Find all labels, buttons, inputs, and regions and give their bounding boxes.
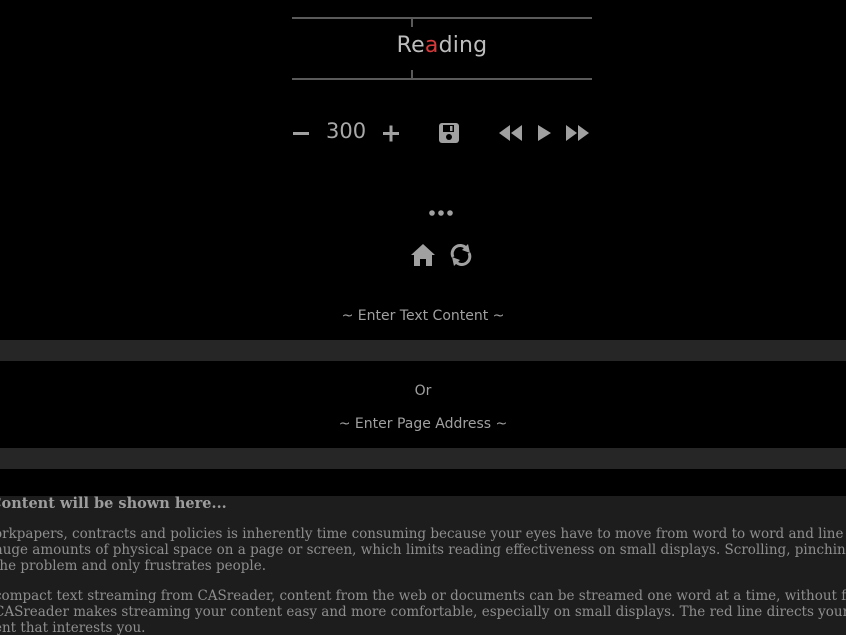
current-word: Reading	[292, 33, 592, 58]
content-title: Content will be shown here...	[0, 496, 227, 512]
focus-marker-top	[411, 19, 413, 27]
content-line: the problem and only frustrates people.	[0, 558, 267, 574]
word-prefix: Re	[396, 33, 425, 58]
plus-icon	[383, 125, 399, 142]
word-display: Reading	[292, 17, 592, 80]
page-address-label: ~ Enter Page Address ~	[338, 416, 508, 432]
content-line: ent that interests you.	[0, 620, 146, 635]
content-line: CASreader makes streaming your content e…	[0, 604, 846, 620]
play-icon	[538, 125, 551, 141]
content-line: compact text streaming from CASreader, c…	[0, 588, 846, 604]
or-label: Or	[414, 383, 432, 399]
content-line: huge amounts of physical space on a page…	[0, 542, 846, 558]
speed-value: 300	[326, 119, 367, 143]
content-line: orkpapers, contracts and policies is inh…	[0, 526, 846, 542]
fast-forward-icon	[566, 125, 589, 141]
text-content-input[interactable]	[0, 340, 846, 361]
reload-icon	[450, 244, 472, 266]
minus-icon	[293, 132, 309, 135]
word-suffix: ding	[438, 33, 488, 58]
save-icon	[439, 123, 459, 143]
content-panel: Content will be shown here... orkpapers,…	[0, 496, 846, 635]
play-button[interactable]	[534, 115, 554, 151]
focus-marker-bottom	[411, 70, 413, 78]
fast-forward-button[interactable]	[563, 115, 591, 151]
home-button[interactable]	[410, 242, 436, 268]
rewind-button[interactable]	[497, 115, 525, 151]
word-focus-letter: a	[424, 33, 439, 58]
text-content-label: ~ Enter Text Content ~	[341, 308, 505, 324]
home-icon	[411, 244, 435, 266]
more-button[interactable]	[428, 205, 454, 221]
save-button[interactable]	[437, 115, 461, 151]
more-icon	[429, 210, 453, 216]
page-address-input[interactable]	[0, 448, 846, 469]
reload-button[interactable]	[448, 242, 474, 268]
speed-decrease-button[interactable]	[290, 115, 312, 151]
rewind-icon	[499, 125, 522, 141]
speed-increase-button[interactable]	[380, 115, 402, 151]
